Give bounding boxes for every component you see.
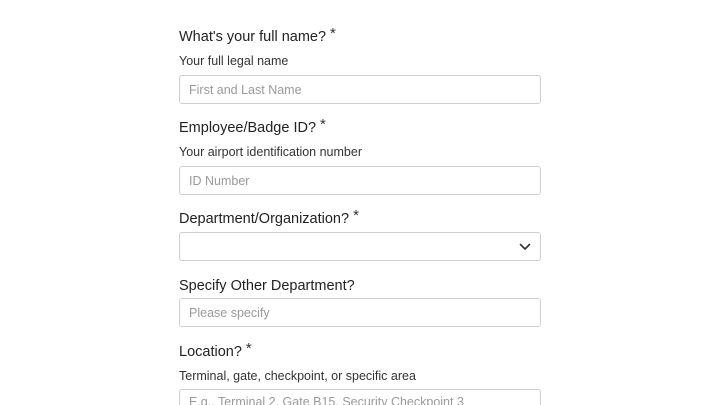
hint-location: Terminal, gate, checkpoint, or specific … xyxy=(179,369,416,383)
question-label: What's your full name? xyxy=(179,29,327,45)
badge-id-input[interactable] xyxy=(179,166,541,195)
question-label: Employee/Badge ID? xyxy=(179,120,317,136)
question-location: Location? * xyxy=(179,340,252,361)
full-name-input[interactable] xyxy=(179,75,541,104)
question-badge-id: Employee/Badge ID? * xyxy=(179,116,326,137)
required-asterisk-icon: * xyxy=(245,340,252,357)
chevron-down-icon xyxy=(519,243,531,250)
hint-badge-id: Your airport identification number xyxy=(179,145,362,159)
location-input[interactable] xyxy=(179,389,541,405)
other-department-input[interactable] xyxy=(179,298,541,327)
question-other-department: Specify Other Department? xyxy=(179,277,355,295)
question-label: Specify Other Department? xyxy=(179,278,355,294)
question-department: Department/Organization? * xyxy=(179,207,359,228)
question-full-name: What's your full name? * xyxy=(179,25,336,46)
hint-full-name: Your full legal name xyxy=(179,54,289,68)
required-asterisk-icon: * xyxy=(320,116,326,133)
question-label: Location? xyxy=(179,344,242,360)
question-label: Department/Organization? xyxy=(179,211,350,227)
department-select[interactable] xyxy=(179,232,541,261)
required-asterisk-icon: * xyxy=(353,207,359,224)
required-asterisk-icon: * xyxy=(330,25,336,42)
